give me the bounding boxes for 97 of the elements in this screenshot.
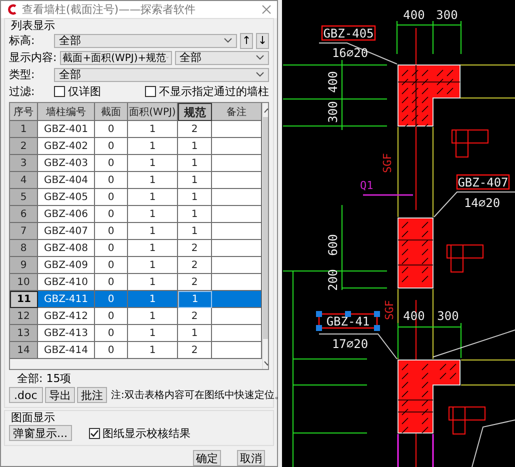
field-label: 显示内容: — [9, 50, 57, 65]
row-number: 9 — [10, 257, 38, 274]
checkbox[interactable] — [145, 86, 156, 97]
field-label: 过滤: — [9, 84, 36, 99]
checkbox-label: 图纸显示校核结果 — [102, 426, 190, 440]
column-tag[interactable]: GBZ-405 — [321, 25, 376, 41]
table-row[interactable]: 9 GBZ-409 0 1 2 — [10, 257, 262, 274]
group-title: 列表显示 — [10, 19, 56, 32]
table-cell: GBZ-414 — [38, 342, 95, 359]
column-header[interactable]: 截面 — [95, 103, 128, 121]
column-header[interactable]: 面积(WPJ) — [128, 103, 178, 121]
table-row[interactable]: 1 GBZ-401 0 1 2 — [10, 121, 262, 138]
cancel-button[interactable]: 取消 — [237, 450, 265, 466]
dimension-text: 200 — [326, 269, 340, 291]
wall-outline — [460, 64, 515, 66]
table-cell: 0 — [95, 342, 128, 359]
table-row[interactable]: 7 GBZ-407 0 1 1 — [10, 223, 262, 240]
dimension-line — [398, 322, 462, 358]
detail-symbol-drawing — [452, 130, 488, 158]
table-cell: 1 — [128, 342, 178, 359]
row-number: 2 — [10, 138, 38, 155]
row-number: 13 — [10, 325, 38, 342]
column-tag[interactable]: GBZ-41 — [316, 311, 380, 331]
column-header[interactable]: 序号 — [10, 103, 38, 121]
column-tag[interactable]: GBZ-407 — [456, 174, 510, 190]
table-row[interactable]: 4 GBZ-404 0 1 1 — [10, 172, 262, 189]
row-number: 14 — [10, 342, 38, 359]
dropdown[interactable]: 全部 — [54, 34, 237, 48]
row-number: 6 — [10, 206, 38, 223]
wall-column-drawing — [398, 218, 434, 288]
table-row[interactable]: 13 GBZ-413 0 1 1 — [10, 325, 262, 342]
checkbox-label: 不显示指定通过的墙柱 — [159, 84, 269, 99]
table-row[interactable]: 14 GBZ-414 0 1 2 — [10, 342, 262, 359]
dimension-text: 300 — [436, 8, 458, 22]
dimension-line — [396, 20, 462, 54]
table-cell: 2 — [178, 274, 212, 291]
rebar-label: 14⌀20 — [464, 196, 500, 210]
column-header[interactable]: 规范 — [178, 103, 212, 121]
column-header[interactable]: 墙柱编号 — [38, 103, 95, 121]
row-number: 1 — [10, 121, 38, 138]
table-row[interactable]: 11 GBZ-411 0 1 1 — [10, 291, 262, 308]
wall-outline — [460, 384, 515, 386]
table-row[interactable]: 8 GBZ-408 0 1 2 — [10, 240, 262, 257]
ok-button[interactable]: 确定 — [193, 450, 221, 466]
dimension-text: 600 — [326, 234, 340, 256]
dropdown[interactable]: 截面+面积(WPJ)+规范 — [60, 50, 172, 64]
table-row[interactable]: 3 GBZ-403 0 1 1 — [10, 155, 262, 172]
annotate-button[interactable]: 批注 — [77, 387, 107, 403]
axis-label: SGF — [381, 153, 394, 173]
dimension-text: 400 — [326, 71, 340, 93]
dimension-text: 400 — [403, 8, 425, 22]
row-number: 7 — [10, 223, 38, 240]
row-number: 11 — [10, 291, 38, 308]
move-down-button[interactable]: ↓ — [256, 32, 269, 48]
close-icon[interactable] — [262, 5, 271, 14]
table-row[interactable]: 2 GBZ-402 0 1 1 — [10, 138, 262, 155]
group-title: 图面显示 — [10, 411, 56, 424]
table-row[interactable]: 5 GBZ-405 0 1 1 — [10, 189, 262, 206]
table-cell: 2 — [178, 342, 212, 359]
detail-symbol-drawing — [448, 406, 486, 434]
field-label: 标高: — [9, 33, 36, 48]
table-cell: 1 — [178, 291, 212, 308]
axis-label: SGF — [383, 300, 396, 320]
app-logo-icon — [7, 4, 17, 15]
hint-text: 注:双击表格内容可在图纸中快速定位。 — [111, 388, 284, 402]
wall-outline — [397, 433, 434, 467]
dimension-text: 300 — [437, 309, 459, 323]
column-header[interactable]: 备注 — [212, 103, 262, 121]
dropdown[interactable]: 全部 — [174, 50, 269, 64]
dropdown[interactable]: 全部 — [54, 68, 269, 82]
table-row[interactable]: 6 GBZ-406 0 1 1 — [10, 206, 262, 223]
table-row[interactable]: 12 GBZ-412 0 1 2 — [10, 308, 262, 325]
item-count: 全部: 15项 — [17, 370, 72, 386]
move-up-button[interactable]: ↑ — [240, 32, 253, 48]
row-number: 12 — [10, 308, 38, 325]
table-row[interactable]: 10 GBZ-410 0 1 2 — [10, 274, 262, 291]
dimension-text: 300 — [326, 101, 340, 123]
rebar-label: 17⌀20 — [332, 337, 368, 351]
row-number: 3 — [10, 155, 38, 172]
checkbox[interactable] — [54, 86, 65, 97]
row-number: 4 — [10, 172, 38, 189]
wall-label: Q1 — [360, 179, 374, 192]
detail-symbol-drawing — [446, 244, 484, 272]
row-number: 8 — [10, 240, 38, 257]
checkbox[interactable] — [88, 428, 100, 438]
dropdown[interactable]: .doc — [9, 387, 43, 403]
window-title: 查看墙柱(截面注号)——探索者软件 — [22, 2, 197, 17]
export-button[interactable]: 导出 — [45, 387, 75, 403]
row-number: 5 — [10, 189, 38, 206]
wall-outline — [432, 288, 434, 360]
field-label: 类型: — [9, 67, 36, 82]
row-number: 10 — [10, 274, 38, 291]
wall-line — [363, 194, 413, 196]
checkbox-label: 仅详图 — [68, 84, 101, 99]
popup-display-button[interactable]: 弹窗显示... — [9, 425, 72, 441]
rebar-label: 16⌀20 — [332, 46, 368, 60]
leader-line — [472, 420, 515, 467]
